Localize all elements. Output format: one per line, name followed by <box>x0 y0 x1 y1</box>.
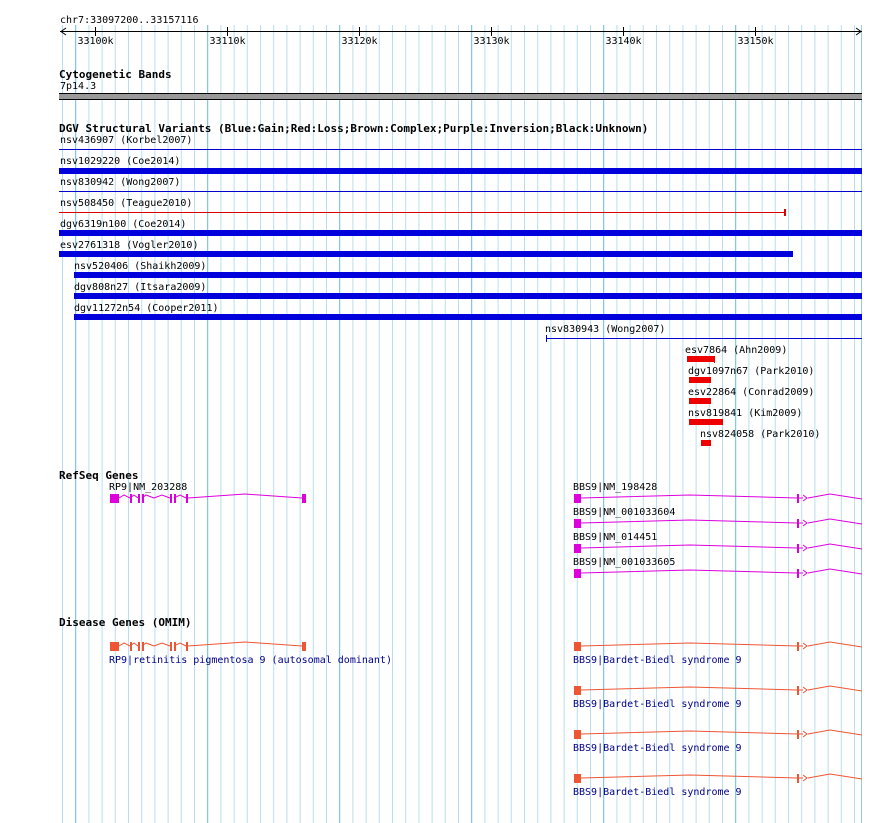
exon <box>302 642 306 651</box>
gene-model-bbs9[interactable] <box>574 685 863 695</box>
gene-model-bbs9[interactable] <box>574 568 863 578</box>
gene-model-bbs9[interactable] <box>574 641 863 651</box>
exon <box>110 494 119 503</box>
gene-model-bbs9[interactable] <box>574 543 863 553</box>
intron <box>118 493 303 499</box>
gene-model-rp9[interactable] <box>110 641 306 651</box>
gene-model-bbs9[interactable] <box>574 773 863 783</box>
exon <box>574 642 581 651</box>
exon <box>110 642 119 651</box>
gene-model-bbs9[interactable] <box>574 729 863 739</box>
strand-arrow <box>802 642 808 650</box>
intron <box>580 568 863 575</box>
intron <box>580 729 863 736</box>
exon <box>302 494 306 503</box>
exon <box>797 642 799 651</box>
exon <box>142 494 144 503</box>
intron <box>580 543 863 550</box>
exon <box>170 494 172 503</box>
exon <box>174 494 176 503</box>
exon <box>574 544 581 553</box>
exon <box>574 686 581 695</box>
exon <box>170 642 172 651</box>
strand-arrow <box>802 569 808 577</box>
exon <box>574 519 581 528</box>
exon <box>797 569 799 578</box>
exon <box>797 774 799 783</box>
exon <box>130 494 132 503</box>
exon <box>574 730 581 739</box>
strand-arrow <box>802 544 808 552</box>
intron <box>580 641 863 648</box>
gene-model-rp9[interactable] <box>110 493 306 503</box>
exon <box>797 686 799 695</box>
exon <box>138 642 140 651</box>
intron <box>580 518 863 525</box>
strand-arrow <box>802 686 808 694</box>
strand-arrow <box>802 774 808 782</box>
exon <box>797 494 799 503</box>
exon <box>574 494 581 503</box>
exon <box>574 774 581 783</box>
exon <box>797 544 799 553</box>
strand-arrow <box>802 519 808 527</box>
intron <box>580 685 863 692</box>
intron <box>580 493 863 500</box>
strand-arrow <box>802 494 808 502</box>
exon <box>797 519 799 528</box>
gene-models[interactable] <box>0 0 890 823</box>
exon <box>130 642 132 651</box>
exon <box>138 494 140 503</box>
intron <box>580 773 863 780</box>
exon <box>186 642 188 651</box>
exon <box>797 730 799 739</box>
exon <box>174 642 176 651</box>
exon <box>186 494 188 503</box>
gene-model-bbs9[interactable] <box>574 493 863 503</box>
gene-model-bbs9[interactable] <box>574 518 863 528</box>
intron <box>118 641 303 647</box>
exon <box>142 642 144 651</box>
strand-arrow <box>802 730 808 738</box>
exon <box>574 569 581 578</box>
